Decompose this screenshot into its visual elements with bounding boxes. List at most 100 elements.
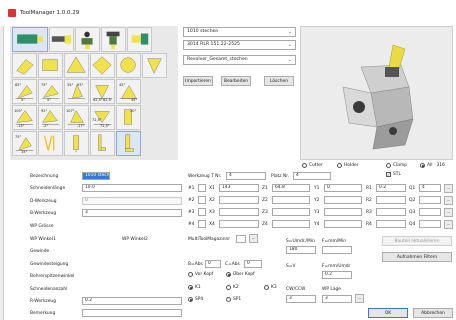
grooving-tool-icon-1[interactable]	[38, 131, 63, 156]
tool-angle-icon-62-5[interactable]: 62,5° 62,5°	[90, 79, 115, 104]
tool-angle-icon-34[interactable]: 34° 93°	[64, 79, 89, 104]
tool-angle-icon-72-5[interactable]: 72,5° 72,5°	[90, 105, 115, 130]
tool-3d-preview[interactable]	[300, 26, 453, 160]
werkzeug-t-field[interactable]: 4	[226, 172, 266, 180]
ueber-kopf-option[interactable]: Über Kopf	[226, 272, 255, 277]
insert-shape-icon-3[interactable]	[64, 53, 89, 78]
f-umdr-field[interactable]: 0.2	[322, 271, 352, 279]
y3-field[interactable]	[324, 208, 362, 216]
y2-field[interactable]	[324, 196, 362, 204]
coord-flag-field[interactable]	[198, 208, 206, 216]
update-component-button[interactable]: Bauteil aktualisieren	[382, 236, 452, 246]
r2-field[interactable]	[376, 196, 406, 204]
c-abs-field[interactable]: 0	[244, 260, 262, 268]
x2-field[interactable]	[219, 196, 259, 204]
milling-holder-icon[interactable]	[101, 27, 126, 52]
tool-angle-icon-45[interactable]: 45° 45°	[116, 79, 141, 104]
filter-holder[interactable]: Holder	[337, 163, 359, 168]
wp-lage-ellipsis-button[interactable]: ...	[355, 294, 364, 303]
tool-angle-icon-85[interactable]: 85° 5°	[12, 79, 37, 104]
insert-shape-icon-2[interactable]	[38, 53, 63, 78]
coord-flag-field[interactable]	[198, 196, 206, 204]
parting-tool-icon[interactable]	[90, 131, 115, 156]
f-mm-field[interactable]	[322, 246, 352, 254]
drill-holder-icon[interactable]	[75, 27, 100, 52]
stl-checkbox[interactable]: ✓	[386, 172, 391, 177]
y1-field[interactable]: 0	[324, 184, 362, 192]
grooving-tool-icon-2[interactable]	[64, 131, 89, 156]
bezeichnung-field[interactable]: 1010 stechen	[82, 172, 110, 180]
z2-field[interactable]	[272, 196, 310, 204]
multitool-ellipsis-button[interactable]: ...	[249, 234, 258, 243]
import-button[interactable]: Importieren	[183, 76, 213, 86]
threading-tool-icon[interactable]	[127, 27, 152, 52]
cw-ccw-field[interactable]: 3	[286, 295, 316, 303]
r1-field[interactable]: 0.2	[376, 184, 406, 192]
q3-field[interactable]	[419, 208, 441, 216]
ueber-kopf-radio[interactable]	[226, 272, 231, 277]
q1-field[interactable]: 4	[419, 184, 441, 192]
holder-radio[interactable]	[337, 163, 342, 168]
tool-name-combo[interactable]: 1010 stechen ⌄	[183, 27, 296, 37]
r4-field[interactable]	[376, 220, 406, 228]
sp1-option[interactable]: SP1	[226, 297, 241, 302]
sp1-radio[interactable]	[226, 297, 231, 302]
schneidenlaenge-field[interactable]: 10.0	[82, 184, 182, 192]
turning-tool-icon[interactable]	[12, 27, 48, 52]
q2-ellipsis-button[interactable]: ...	[444, 196, 453, 205]
k1-option[interactable]: K1	[188, 285, 201, 290]
grooving-tool-icon-selected[interactable]	[116, 131, 141, 156]
sp4-radio[interactable]	[188, 297, 193, 302]
d-werkzeug-field[interactable]: 0	[82, 197, 182, 205]
z1-field[interactable]: 64.8	[272, 184, 310, 192]
r3-field[interactable]	[376, 208, 406, 216]
insert-shape-icon-1[interactable]	[12, 53, 37, 78]
vor-kopf-radio[interactable]	[188, 272, 193, 277]
filter-cutter[interactable]: Cutter	[302, 163, 323, 168]
z4-field[interactable]	[272, 220, 310, 228]
k2-radio[interactable]	[226, 285, 231, 290]
boring-bar-icon[interactable]	[49, 27, 74, 52]
multitool-field[interactable]	[236, 235, 246, 243]
edit-button[interactable]: Bearbeiten	[221, 76, 251, 86]
q1-ellipsis-button[interactable]: ...	[444, 184, 453, 193]
tool-angle-icon-92[interactable]: 92° -2°	[38, 105, 63, 130]
insert-shape-icon-6[interactable]	[142, 53, 167, 78]
tool-angle-icon-75-b[interactable]: 75° 15°	[12, 131, 37, 156]
k3-radio[interactable]	[264, 285, 269, 290]
sp4-option[interactable]: SP4	[188, 297, 203, 302]
tool-angle-icon-75[interactable]: 75° 5°	[38, 79, 63, 104]
k3-option[interactable]: K3	[264, 285, 277, 290]
k1-radio[interactable]	[188, 285, 193, 290]
platz-field[interactable]: 4	[293, 172, 331, 180]
q4-ellipsis-button[interactable]: ...	[444, 220, 453, 229]
z3-field[interactable]	[272, 208, 310, 216]
wp-lage-field[interactable]: 3	[322, 295, 352, 303]
k2-option[interactable]: K2	[226, 285, 239, 290]
q2-field[interactable]	[419, 196, 441, 204]
filter-clamp[interactable]: Clamp	[386, 163, 407, 168]
bemerkung-field[interactable]	[82, 309, 182, 317]
vor-kopf-option[interactable]: Vor Kopf	[188, 272, 213, 277]
b-werkzeug-field[interactable]: 3	[82, 209, 182, 217]
x3-field[interactable]	[219, 208, 259, 216]
filter-all[interactable]: All 316	[420, 163, 445, 168]
revolver-combo[interactable]: Revolver_Gesamt_stechen ⌄	[183, 55, 296, 65]
insert-shape-icon-5[interactable]	[116, 53, 141, 78]
clamp-radio[interactable]	[386, 163, 391, 168]
coord-flag-field[interactable]	[198, 184, 206, 192]
all-radio[interactable]	[420, 163, 425, 168]
x1-field[interactable]: 143	[219, 184, 259, 192]
holder-combo[interactable]: 3014 RLR 151.22-2525 ⌄	[183, 40, 296, 50]
insert-shape-icon-4[interactable]	[90, 53, 115, 78]
s-umdr-field[interactable]: 180	[286, 246, 316, 254]
q4-field[interactable]	[419, 220, 441, 228]
filter-holders-button[interactable]: Aufnahmen Filtern	[382, 252, 452, 262]
b-abs-field[interactable]: 0	[205, 260, 221, 268]
delete-button[interactable]: Löschen	[264, 76, 294, 86]
tool-angle-icon-105[interactable]: 105° -15°	[12, 105, 37, 130]
x4-field[interactable]	[219, 220, 259, 228]
cancel-button[interactable]: Abbrechen	[413, 308, 453, 318]
r-werkzeug-field[interactable]: 0.2	[82, 297, 182, 305]
tool-angle-icon-30[interactable]: 30°	[116, 105, 141, 130]
